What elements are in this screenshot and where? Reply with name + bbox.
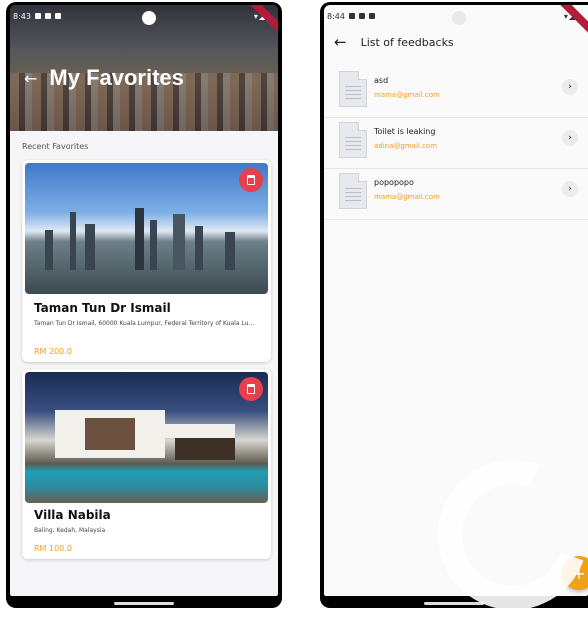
card-price: RM 200.0 [34, 347, 72, 356]
property-image [25, 163, 268, 294]
list-item[interactable]: popopopo mama@gmail.com › [324, 169, 588, 220]
card-address: Baling, Kedah, Malaysia [34, 527, 106, 534]
trash-icon [247, 384, 255, 394]
app-icon [54, 13, 61, 19]
camera-cutout [142, 11, 156, 25]
status-time: 8:43 [13, 11, 31, 21]
list-item[interactable]: Toilet is leaking adina@gmail.com › [324, 118, 588, 169]
page-header: ← My Favorites [24, 65, 184, 91]
favorite-card[interactable]: Villa Nabila Baling, Kedah, Malaysia RM … [22, 369, 271, 559]
document-icon [339, 71, 367, 107]
document-icon [339, 122, 367, 158]
status-time: 8:44 [327, 11, 345, 21]
document-icon [339, 173, 367, 209]
card-title: Taman Tun Dr Ismail [34, 301, 171, 315]
phone-favorites: 8:43 ▾◢ ← My Favorites Recent Favorites [6, 2, 282, 608]
chevron-right-icon[interactable]: › [562, 79, 578, 95]
arrow-left-icon[interactable]: ← [24, 69, 37, 88]
arrow-left-icon[interactable]: ← [334, 33, 347, 51]
feedback-email: adina@gmail.com [374, 142, 438, 150]
trash-icon [247, 175, 255, 185]
feedback-email: mama@gmail.com [374, 193, 440, 201]
feedback-email: mama@gmail.com [374, 91, 440, 99]
chevron-right-icon[interactable]: › [562, 130, 578, 146]
page-title: My Favorites [49, 65, 184, 90]
favorites-screen: 8:43 ▾◢ ← My Favorites Recent Favorites [10, 5, 278, 596]
notification-icon [34, 13, 41, 19]
feedback-title: asd [374, 76, 389, 85]
sim-icon [44, 13, 51, 19]
notification-icon [348, 13, 355, 19]
app-bar: ← List of feedbacks [324, 27, 588, 57]
page-title: List of feedbacks [360, 35, 454, 49]
card-title: Villa Nabila [34, 508, 111, 522]
sim-icon [358, 13, 365, 19]
camera-cutout [452, 11, 466, 25]
feedback-list: asd mama@gmail.com › Toilet is leaking a… [324, 67, 588, 220]
favorite-card[interactable]: Taman Tun Dr Ismail Taman Tun Dr Ismail,… [22, 160, 271, 362]
delete-button[interactable] [239, 168, 263, 192]
home-indicator[interactable] [424, 602, 484, 605]
chevron-right-icon[interactable]: › [562, 181, 578, 197]
feedback-title: popopopo [374, 178, 414, 187]
home-indicator[interactable] [114, 602, 174, 605]
app-icon [368, 13, 375, 19]
card-price: RM 100.0 [34, 544, 72, 553]
card-address: Taman Tun Dr Ismail, 60000 Kuala Lumpur,… [34, 320, 255, 327]
property-image [25, 372, 268, 503]
delete-button[interactable] [239, 377, 263, 401]
section-label: Recent Favorites [22, 142, 89, 151]
list-item[interactable]: asd mama@gmail.com › [324, 67, 588, 118]
feedback-title: Toilet is leaking [374, 127, 436, 136]
